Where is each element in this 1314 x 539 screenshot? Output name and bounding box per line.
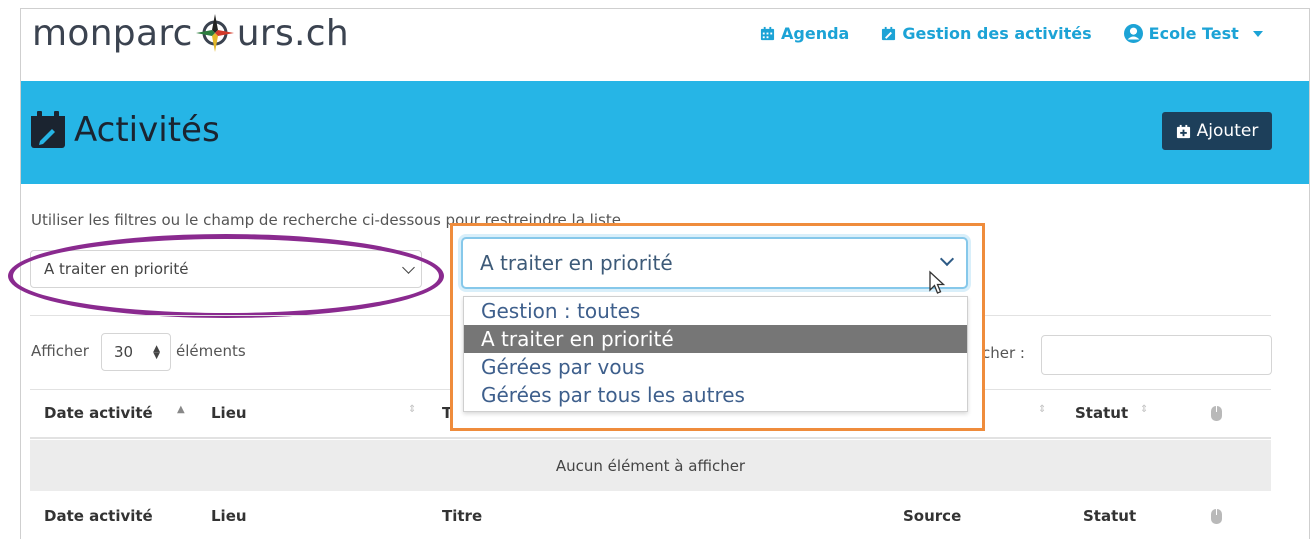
option-gerees-par-vous[interactable]: Gérées par vous (464, 353, 967, 381)
nav-agenda-link[interactable]: Agenda (760, 24, 849, 43)
add-button[interactable]: Ajouter (1162, 112, 1272, 150)
footer-date: Date activité (44, 507, 153, 525)
calendar-plus-icon (1176, 124, 1190, 138)
site-logo[interactable]: monparc urs.ch (32, 12, 349, 54)
page-length-select[interactable]: 30 ▲ ▼ (101, 333, 171, 371)
calendar-edit-icon (31, 111, 65, 148)
logo-text-suffix: urs.ch (236, 12, 349, 54)
footer-titre: Titre (442, 507, 483, 525)
user-avatar-icon (1123, 24, 1143, 43)
logo-text-prefix: monparc (32, 12, 193, 54)
header-lieu[interactable]: Lieu (211, 404, 247, 422)
nav-agenda-label: Agenda (781, 24, 850, 43)
calendar-icon (760, 26, 775, 41)
priority-filter-select-zoomed[interactable]: A traiter en priorité (461, 237, 968, 289)
up-down-arrows-icon: ▲ ▼ (153, 344, 160, 361)
option-gestion-toutes[interactable]: Gestion : toutes (464, 297, 967, 325)
add-button-label: Ajouter (1196, 121, 1259, 141)
table-header-border (30, 437, 1271, 439)
sort-icon: ⇕ (1140, 404, 1149, 415)
items-label: éléments (176, 342, 246, 360)
calendar-edit-icon (882, 26, 896, 41)
annotation-circle (8, 234, 444, 318)
search-input[interactable] (1041, 335, 1272, 375)
search-label: cher : (982, 344, 1025, 362)
sort-icon: ⇕ (1038, 404, 1047, 415)
nav-activities-label: Gestion des activités (902, 24, 1092, 43)
empty-message-text: Aucun élément à afficher (555, 456, 746, 475)
user-name: Ecole Test (1148, 24, 1239, 43)
compass-icon (195, 14, 234, 52)
footer-statut: Statut (1083, 507, 1137, 525)
page-title-text: Activités (74, 110, 220, 150)
chevron-down-icon (939, 251, 955, 267)
footer-lieu: Lieu (211, 507, 247, 525)
caret-down-icon (1252, 30, 1263, 37)
top-nav: Agenda Gestion des activités Ecole Test (760, 24, 1263, 43)
sort-icon: ⇕ (408, 404, 417, 415)
show-label: Afficher (31, 342, 89, 360)
option-gerees-autres[interactable]: Gérées par tous les autres (464, 381, 967, 409)
mouse-icon (1211, 406, 1222, 421)
nav-activities-link[interactable]: Gestion des activités (881, 24, 1092, 43)
sort-asc-icon: ▲ (177, 404, 185, 415)
empty-table-message: Aucun élément à afficher (30, 440, 1271, 491)
user-menu[interactable]: Ecole Test (1123, 24, 1263, 43)
header-date[interactable]: Date activité (44, 404, 153, 422)
page-length-value: 30 (114, 343, 134, 361)
footer-source: Source (903, 507, 962, 525)
filter-options-list: Gestion : toutes A traiter en priorité G… (463, 296, 968, 412)
option-a-traiter[interactable]: A traiter en priorité (464, 325, 967, 353)
zoomed-select-value: A traiter en priorité (480, 251, 673, 275)
header-statut[interactable]: Statut (1075, 404, 1128, 422)
page-title: Activités (30, 110, 220, 150)
mouse-pointer-icon (929, 270, 946, 294)
mouse-icon (1211, 509, 1222, 524)
